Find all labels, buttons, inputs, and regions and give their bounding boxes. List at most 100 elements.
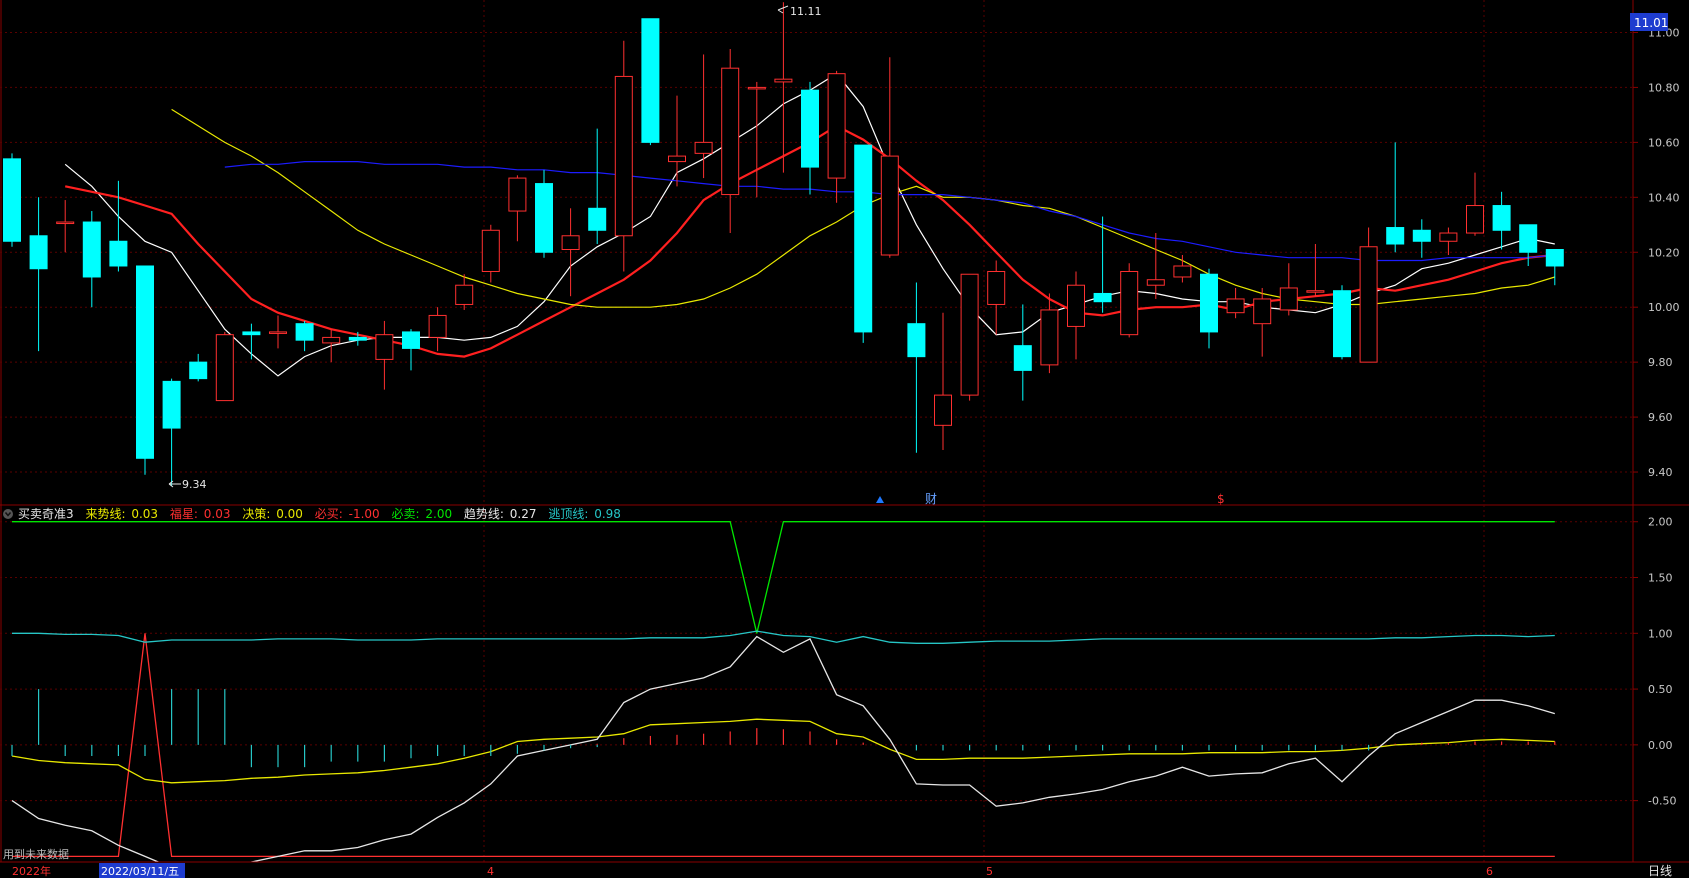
candle-body (801, 89, 819, 168)
candle-body (1386, 227, 1405, 245)
candle-body (162, 380, 181, 429)
collapse-icon[interactable] (3, 509, 13, 519)
last-price-badge: 11.01 (1630, 13, 1668, 31)
candle-body (189, 361, 208, 380)
cursor-date: 2022/03/11/五 (101, 865, 179, 878)
month-label-apr: 4 (487, 865, 494, 878)
candle-body (402, 331, 420, 349)
legend-mustbuy-label: 必买: (315, 507, 343, 521)
indicator-line-mustsell (12, 521, 1555, 634)
candle-body (721, 67, 740, 196)
price-tick-label: 10.80 (1648, 81, 1680, 94)
month-label-jun: 6 (1486, 865, 1493, 878)
low-price-label: 9.34 (182, 478, 207, 491)
legend-escapetop-label: 逃顶线: (548, 507, 588, 521)
candle-body (1067, 284, 1085, 327)
candle-body (375, 334, 394, 360)
high-annotation: 11.11 (777, 5, 822, 18)
event-markers[interactable]: 财 $ (876, 492, 1225, 506)
last-price-label: 11.01 (1634, 16, 1668, 30)
candle-body (960, 273, 979, 396)
indicator-tick-label: 1.50 (1648, 572, 1673, 585)
event-arrow-icon[interactable] (876, 496, 884, 503)
candle-body (641, 18, 660, 143)
legend-escapetop-value: 0.98 (594, 507, 621, 521)
legend-decision-label: 决策: (242, 507, 270, 521)
candle-body (854, 144, 873, 333)
period-label[interactable]: 日线 (1648, 864, 1672, 878)
candle-body (588, 207, 607, 231)
legend-trend-label: 趋势线: (464, 507, 504, 521)
price-tick-label: 10.20 (1648, 246, 1680, 259)
indicator-legend: 买卖奇准3 来势线: 0.03 福星: 0.03 决策: 0.00 必买: -1… (3, 506, 621, 861)
price-tick-label: 10.40 (1648, 191, 1680, 204)
legend-mustsell-label: 必卖: (392, 507, 420, 521)
legend-comingtrend-value: 0.03 (131, 507, 158, 521)
candle-body (269, 331, 287, 334)
candle-body (136, 265, 154, 459)
candle-body (1412, 229, 1431, 242)
legend-trend-value: 0.27 (510, 507, 537, 521)
legend-decision-value: 0.00 (276, 507, 303, 521)
candle-body (1466, 205, 1484, 234)
year-label: 2022年 (12, 864, 51, 878)
candle-body (242, 331, 261, 336)
candle-body (668, 155, 686, 163)
candle-body (1306, 290, 1325, 293)
bottom-time-bar: 2022年 2022/03/11/五 4 5 6 日线 (0, 861, 1689, 878)
axis-tick-labels: 11.0010.8010.6010.4010.2010.009.809.609.… (1648, 26, 1680, 807)
candlestick-series (3, 2, 1564, 486)
candle-body (295, 323, 314, 341)
candle-body (1359, 246, 1378, 363)
indicator-name[interactable]: 买卖奇准3 (18, 507, 74, 521)
candle-body (1253, 298, 1272, 325)
candle-body (1439, 232, 1458, 242)
candle-body (1279, 287, 1298, 311)
candle-body (827, 73, 846, 179)
stock-chart[interactable]: 11.0010.8010.6010.4010.2010.009.809.609.… (0, 0, 1689, 878)
candle-body (455, 284, 474, 305)
candle-body (1545, 249, 1564, 267)
legend-mustbuy-value: -1.00 (349, 507, 380, 521)
price-tick-label: 10.00 (1648, 301, 1680, 314)
low-annotation: 9.34 (168, 478, 207, 491)
candle-body (29, 235, 48, 270)
candle-body (880, 155, 899, 256)
high-price-label: 11.11 (790, 5, 822, 18)
legend-fortune-value: 0.03 (204, 507, 231, 521)
month-label-may: 5 (986, 865, 993, 878)
indicator-tick-label: 2.00 (1648, 516, 1673, 529)
candle-body (1173, 265, 1192, 278)
candle-body (561, 235, 580, 251)
candle-body (82, 221, 101, 278)
legend-fortune-label: 福星: (170, 506, 198, 521)
candle-body (1040, 309, 1059, 366)
indicator-tick-label: 0.00 (1648, 739, 1673, 752)
price-tick-label: 9.60 (1648, 411, 1673, 424)
candle-body (1226, 298, 1245, 314)
future-data-note: 用到未来数据 (3, 847, 69, 861)
legend-mustsell-value: 2.00 (425, 507, 452, 521)
candle-body (1333, 290, 1351, 358)
candle-body (3, 158, 21, 242)
event-marker-finance[interactable]: 财 (925, 492, 937, 506)
candle-body (907, 323, 926, 358)
price-tick-label: 9.40 (1648, 466, 1673, 479)
candle-body (1120, 270, 1139, 336)
price-tick-label: 9.80 (1648, 356, 1673, 369)
candle-body (934, 394, 952, 426)
indicator-line-escapetop (12, 630, 1555, 644)
candle-body (109, 240, 128, 267)
candle-body (1519, 224, 1538, 253)
candle-body (56, 221, 75, 225)
candle-body (508, 177, 527, 212)
event-marker-dividend[interactable]: $ (1217, 492, 1225, 506)
candle-body (322, 336, 341, 344)
indicator-lines (11, 521, 1556, 874)
candle-body (1013, 345, 1032, 371)
candle-body (614, 75, 633, 237)
candle-body (747, 86, 766, 90)
candle-body (1492, 205, 1511, 231)
indicator-tick-label: 1.00 (1648, 627, 1673, 640)
svg-text:买卖奇准3 来势线: 0.03: 买卖奇准3 来势线: 0.03 福星: 0.03 决策: 0.00 必买: -1… (18, 506, 621, 521)
